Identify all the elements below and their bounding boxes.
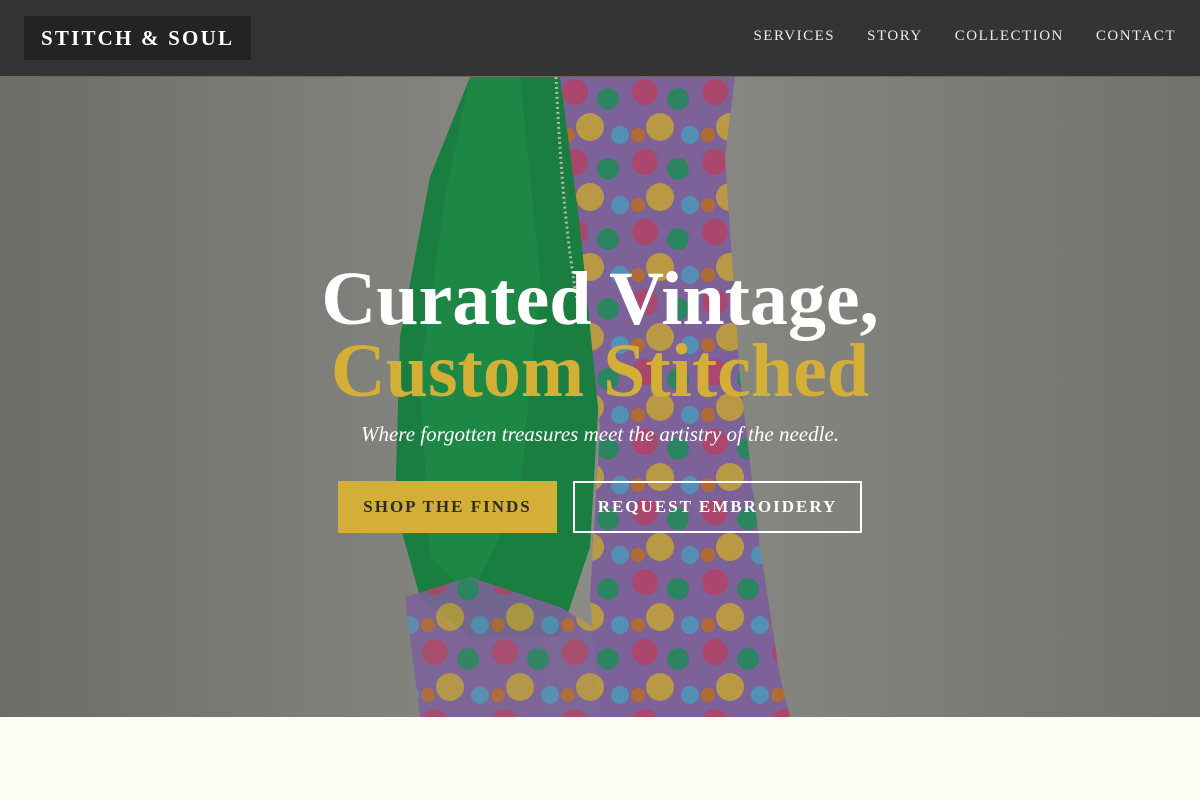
content-section [0,717,1200,800]
main-menu: SERVICES STORY COLLECTION CONTACT [753,28,1176,45]
hero-content: Curated Vintage, Custom Stitched Where f… [0,77,1200,717]
hero-section: Curated Vintage, Custom Stitched Where f… [0,77,1200,717]
site-logo[interactable]: STITCH & SOUL [24,16,252,60]
nav-link-contact[interactable]: CONTACT [1096,28,1176,45]
nav-link-story[interactable]: STORY [867,28,923,45]
top-nav: STITCH & SOUL SERVICES STORY COLLECTION … [0,0,1200,77]
nav-link-services[interactable]: SERVICES [753,28,835,45]
hero-heading-line2: Custom Stitched [330,329,870,413]
hero-heading-line1: Curated Vintage, [321,257,879,341]
request-embroidery-button[interactable]: REQUEST EMBROIDERY [573,481,862,533]
shop-the-finds-button[interactable]: SHOP THE FINDS [338,481,557,533]
nav-link-collection[interactable]: COLLECTION [955,28,1064,45]
hero-tagline: Where forgotten treasures meet the artis… [360,422,840,446]
